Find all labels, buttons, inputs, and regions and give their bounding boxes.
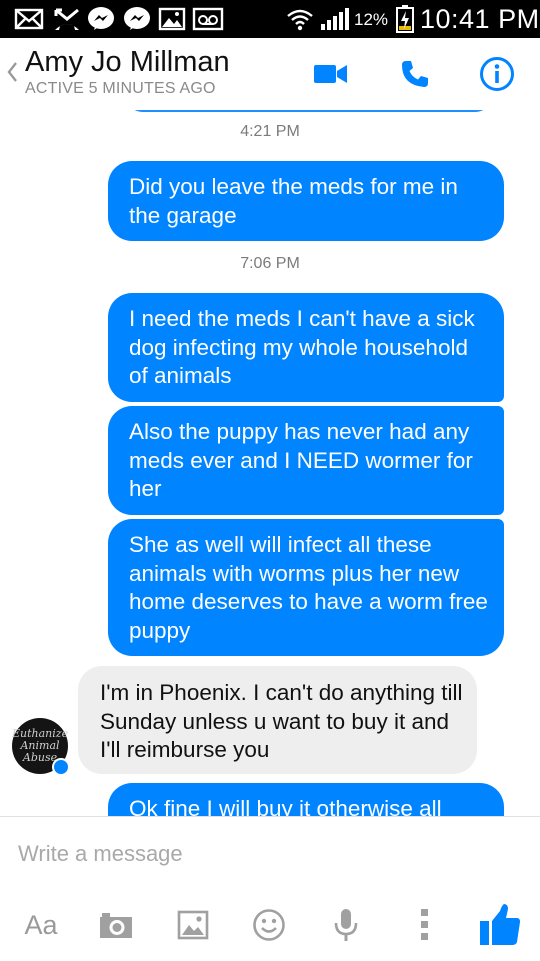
composer: Aa	[0, 816, 540, 961]
emoji-icon	[253, 909, 285, 941]
incoming-message[interactable]: I'm in Phoenix. I can't do anything till…	[78, 666, 477, 774]
video-call-icon	[314, 65, 347, 83]
back-chevron-icon[interactable]	[6, 60, 18, 84]
messenger-icon	[124, 7, 150, 30]
envelope-icon	[14, 8, 44, 30]
wifi-icon	[287, 9, 313, 31]
camera-button[interactable]	[96, 905, 136, 945]
voice-call-button[interactable]	[395, 54, 435, 94]
contact-name[interactable]: Amy Jo Millman	[25, 46, 230, 79]
phone-icon	[402, 61, 428, 87]
like-thumb-icon	[480, 904, 520, 945]
gallery-icon	[158, 7, 186, 31]
image-icon	[177, 910, 209, 940]
previous-message-edge	[128, 110, 490, 112]
info-icon	[480, 57, 514, 91]
contact-avatar[interactable]: Euthanize Animal Abuse	[12, 718, 70, 776]
text-format-button[interactable]: Aa	[22, 905, 60, 945]
message-list[interactable]: 4:21 PM Did you leave the meds for me in…	[0, 110, 540, 816]
signal-icon	[321, 8, 349, 30]
more-button[interactable]	[412, 905, 436, 945]
status-bar: 12% 10:41 PM	[0, 0, 540, 38]
battery-percent: 12%	[354, 10, 389, 29]
messenger-icon	[88, 7, 114, 30]
battery-charging-icon	[396, 5, 414, 33]
video-call-button[interactable]	[311, 54, 351, 94]
messenger-badge-icon	[52, 758, 70, 776]
more-icon	[421, 909, 428, 940]
outgoing-message[interactable]: I need the meds I can't have a sick dog …	[108, 293, 504, 402]
missed-call-icon	[54, 8, 79, 30]
outgoing-message[interactable]: Also the puppy has never had any meds ev…	[108, 406, 504, 515]
microphone-icon	[334, 909, 358, 941]
voice-clip-button[interactable]	[330, 905, 362, 945]
active-status: ACTIVE 5 MINUTES AGO	[25, 80, 216, 97]
voicemail-icon	[192, 7, 224, 31]
clock: 10:41 PM	[420, 4, 540, 34]
outgoing-message[interactable]: Did you leave the meds for me in the gar…	[108, 161, 504, 241]
outgoing-message[interactable]: Ok fine I will buy it otherwise all	[108, 783, 504, 816]
emoji-button[interactable]	[250, 905, 288, 945]
message-input[interactable]	[18, 839, 518, 869]
camera-icon	[100, 913, 132, 938]
conversation-header: Amy Jo Millman ACTIVE 5 MINUTES AGO	[0, 38, 540, 111]
timestamp: 4:21 PM	[240, 123, 300, 140]
like-button[interactable]	[478, 901, 522, 947]
outgoing-message[interactable]: She as well will infect all these animal…	[108, 519, 504, 656]
gallery-button[interactable]	[175, 905, 211, 945]
timestamp: 7:06 PM	[240, 255, 300, 272]
info-button[interactable]	[477, 54, 517, 94]
